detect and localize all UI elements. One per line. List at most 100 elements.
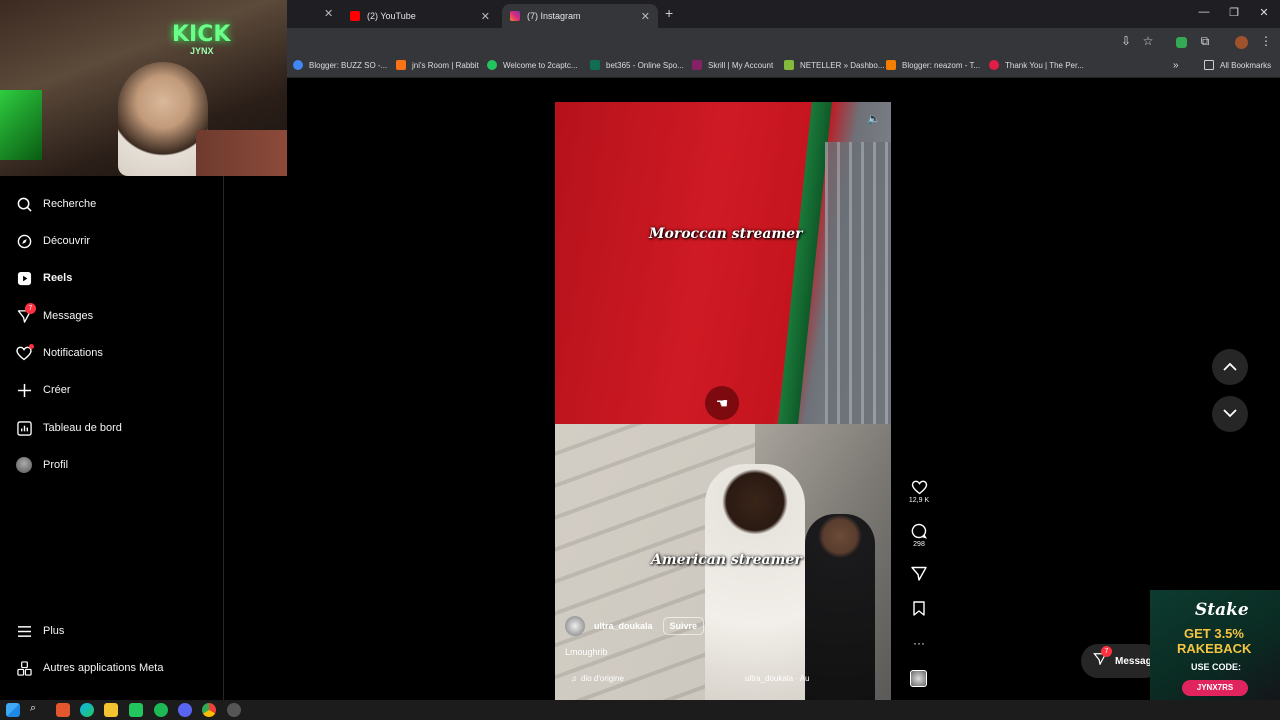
restore-button[interactable]: ❐ (1226, 6, 1242, 19)
chrome-icon[interactable] (202, 703, 216, 717)
menu-icon (16, 623, 32, 639)
messenger-icon: 7 (1093, 646, 1112, 670)
rabbit-icon (396, 60, 406, 70)
neon-sign-sub: JYNX (190, 46, 214, 56)
save-button[interactable] (903, 601, 935, 618)
sidebar-item-plus[interactable]: Plus (16, 619, 64, 643)
chevron-down-icon (1223, 405, 1237, 423)
author-avatar[interactable] (565, 616, 585, 636)
bookmark-item[interactable]: jni's Room | Rabbit (396, 60, 479, 70)
sidebar-item-profil[interactable]: Profil (16, 453, 68, 477)
follow-button[interactable]: Suivre (662, 617, 705, 635)
notification-dot (29, 344, 34, 349)
sidebar-item-meta-apps[interactable]: Autres applications Meta (16, 656, 163, 680)
stake-ad-overlay: Stake GET 3.5% RAKEBACK USE CODE: JYNX7R… (1150, 590, 1280, 700)
sidebar-item-reels[interactable]: Reels (16, 266, 72, 290)
sidebar-item-decouvrir[interactable]: Découvrir (16, 229, 90, 253)
profile-avatar[interactable] (1235, 36, 1248, 49)
close-tab-icon[interactable]: ✕ (641, 10, 650, 23)
like-button[interactable]: 12,9 K (903, 480, 935, 504)
music-note-icon: ♫ (571, 674, 577, 683)
reel-description: Lmoughrib (565, 647, 608, 657)
bookmark-item[interactable]: Thank You | The Per... (989, 60, 1084, 70)
extensions-icon[interactable]: ⧉ (1197, 34, 1213, 49)
file-explorer-icon[interactable] (104, 703, 118, 717)
tab-label: (2) YouTube (367, 11, 416, 21)
bookmark-item[interactable]: Welcome to 2captc... (487, 60, 578, 70)
reel-video-top[interactable]: Moroccan streamer 🔈 ☚ (555, 102, 891, 424)
neteller-icon (784, 60, 794, 70)
all-bookmarks-button[interactable]: All Bookmarks (1204, 60, 1271, 70)
sidebar-item-messages[interactable]: 7 Messages (16, 303, 93, 328)
sidebar-item-creer[interactable]: Créer (16, 378, 71, 402)
app-icon[interactable] (56, 703, 70, 717)
bodyguard-figure (805, 514, 875, 700)
extension-shield-icon[interactable] (1176, 37, 1187, 48)
bookmark-item[interactable]: NETELLER » Dashbo... (784, 60, 884, 70)
sidebar-item-notifications[interactable]: Notifications (16, 341, 103, 365)
close-tab-icon[interactable]: ✕ (324, 7, 333, 20)
comment-button[interactable]: 298 (903, 523, 935, 548)
obs-icon[interactable] (227, 703, 241, 717)
plus-icon (16, 382, 32, 398)
tab-label: (7) Instagram (527, 11, 581, 21)
heart-icon (911, 480, 928, 497)
messages-pill[interactable]: 7 Messag (1081, 644, 1161, 678)
tab-instagram[interactable]: (7) Instagram ✕ (502, 4, 658, 28)
share-button[interactable] (903, 566, 935, 583)
search-icon[interactable]: ⌕ (30, 702, 36, 715)
volume-icon[interactable]: 🔈 (867, 112, 881, 125)
audio-thumbnail[interactable] (910, 670, 927, 687)
sidebar-item-tableau-de-bord[interactable]: Tableau de bord (16, 416, 122, 440)
youtube-icon (350, 11, 360, 21)
more-options-icon[interactable]: ··· (903, 636, 935, 650)
chevron-up-icon (1223, 358, 1237, 376)
bookmark-star-icon[interactable]: ☆ (1140, 34, 1156, 48)
windows-taskbar: ⌕ (0, 700, 1280, 720)
play-pause-button[interactable]: ☚ (705, 386, 739, 420)
edge-icon[interactable] (80, 703, 94, 717)
cursor-hand-icon: ☚ (715, 394, 729, 411)
previous-reel-button[interactable] (1212, 349, 1248, 385)
bookmark-item[interactable]: Blogger: BUZZ SO -... (293, 60, 387, 70)
notification-badge: 7 (1101, 646, 1112, 657)
like-count: 12,9 K (908, 497, 930, 504)
messages-pill-label: Messag (1115, 655, 1152, 667)
stake-logo: Stake (1195, 600, 1249, 620)
author-username[interactable]: ultra_doukala (594, 621, 653, 631)
discord-icon[interactable] (178, 703, 192, 717)
webcam-overlay: KICK JYNX (0, 0, 287, 176)
background-decor (196, 130, 287, 176)
tab-youtube[interactable]: (2) YouTube ✕ (342, 4, 498, 28)
bookmark-item[interactable]: bet365 - Online Spo... (590, 60, 684, 70)
stake-line2: RAKEBACK (1177, 641, 1252, 656)
bookmark-item[interactable]: Blogger: neazom - T... (886, 60, 980, 70)
minimize-button[interactable]: — (1196, 6, 1212, 18)
reel-audio[interactable]: ♫ dio d'origine (571, 674, 624, 683)
sidebar-item-recherche[interactable]: Recherche (16, 192, 96, 216)
bookmark-item[interactable]: Skrill | My Account (692, 60, 773, 70)
person-figure (705, 464, 805, 700)
new-tab-button[interactable]: + (665, 5, 673, 21)
railing (825, 142, 891, 424)
instagram-icon (510, 11, 520, 21)
streamer-figure (118, 62, 208, 176)
avatar (16, 457, 32, 473)
spotify-icon[interactable] (154, 703, 168, 717)
windows-start-icon[interactable] (6, 703, 20, 717)
bookmarks-overflow-icon[interactable]: » (1173, 60, 1179, 71)
stake-line3: USE CODE: (1191, 662, 1242, 672)
meta-apps-icon (16, 660, 32, 676)
heart-icon (16, 344, 34, 361)
stake-line1: GET 3.5% (1184, 626, 1244, 641)
close-tab-icon[interactable]: ✕ (481, 10, 490, 23)
next-reel-button[interactable] (1212, 396, 1248, 432)
monitor-glow (0, 90, 42, 160)
store-icon[interactable] (129, 703, 143, 717)
reel-video-bottom[interactable]: American streamer ultra_doukala Suivre L… (555, 424, 891, 700)
close-window-button[interactable]: ✕ (1256, 6, 1272, 19)
install-app-icon[interactable]: ⇩ (1118, 34, 1134, 48)
browser-menu-icon[interactable]: ⋮ (1258, 34, 1274, 48)
reel-audio-source[interactable]: ultra_doukala · Au (745, 674, 810, 683)
search-icon (16, 196, 32, 212)
